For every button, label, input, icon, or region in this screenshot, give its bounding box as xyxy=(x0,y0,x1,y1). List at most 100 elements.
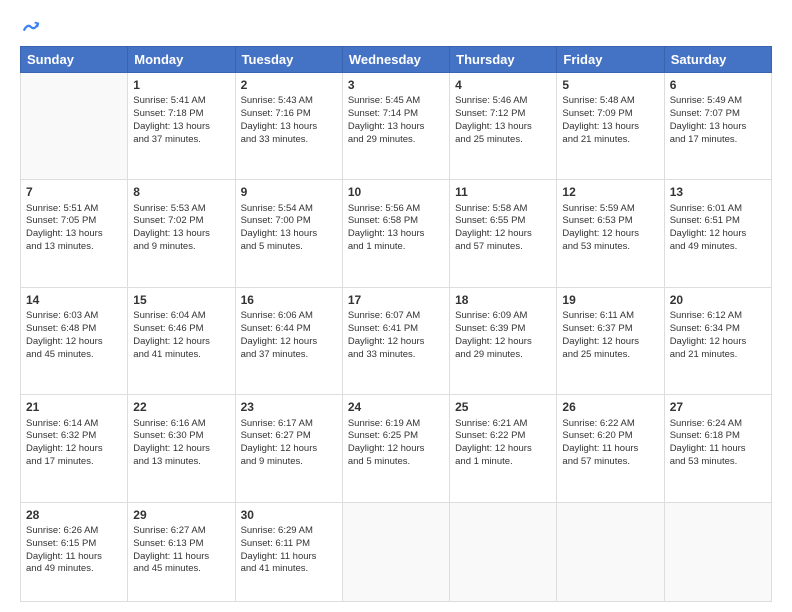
calendar-cell: 24 Sunrise: 6:19 AM Sunset: 6:25 PM Dayli… xyxy=(342,395,449,502)
day-number: 1 xyxy=(133,77,229,93)
calendar-cell: 19 Sunrise: 6:11 AM Sunset: 6:37 PM Dayli… xyxy=(557,287,664,394)
calendar-cell: 28 Sunrise: 6:26 AM Sunset: 6:15 PM Dayli… xyxy=(21,502,128,601)
calendar-cell xyxy=(557,502,664,601)
day-info: Sunrise: 5:43 AM Sunset: 7:16 PM Dayligh… xyxy=(241,95,337,146)
calendar-cell: 21 Sunrise: 6:14 AM Sunset: 6:32 PM Dayli… xyxy=(21,395,128,502)
day-info: Sunrise: 5:46 AM Sunset: 7:12 PM Dayligh… xyxy=(455,95,551,146)
calendar-cell: 13Sunrise: 6:01 AM Sunset: 6:51 PM Dayli… xyxy=(664,180,771,287)
day-info: Sunrise: 6:03 AM Sunset: 6:48 PM Dayligh… xyxy=(26,310,122,361)
logo-icon xyxy=(22,18,40,36)
day-info: Sunrise: 6:21 AM Sunset: 6:22 PM Dayligh… xyxy=(455,418,551,469)
day-number: 15 xyxy=(133,292,229,308)
calendar-week-row: 7Sunrise: 5:51 AM Sunset: 7:05 PM Daylig… xyxy=(21,180,772,287)
page: SundayMondayTuesdayWednesdayThursdayFrid… xyxy=(0,0,792,612)
calendar-cell: 30Sunrise: 6:29 AM Sunset: 6:11 PM Dayli… xyxy=(235,502,342,601)
day-info: Sunrise: 6:27 AM Sunset: 6:13 PM Dayligh… xyxy=(133,525,229,576)
calendar-cell: 23Sunrise: 6:17 AM Sunset: 6:27 PM Dayli… xyxy=(235,395,342,502)
day-info: Sunrise: 6:04 AM Sunset: 6:46 PM Dayligh… xyxy=(133,310,229,361)
day-number: 2 xyxy=(241,77,337,93)
day-info: Sunrise: 6:24 AM Sunset: 6:18 PM Dayligh… xyxy=(670,418,766,469)
calendar-cell: 20 Sunrise: 6:12 AM Sunset: 6:34 PM Dayli… xyxy=(664,287,771,394)
day-info: Sunrise: 5:45 AM Sunset: 7:14 PM Dayligh… xyxy=(348,95,444,146)
day-number: 21 xyxy=(26,399,122,415)
calendar-cell: 26 Sunrise: 6:22 AM Sunset: 6:20 PM Dayli… xyxy=(557,395,664,502)
calendar-cell: 7Sunrise: 5:51 AM Sunset: 7:05 PM Daylig… xyxy=(21,180,128,287)
calendar-cell: 18 Sunrise: 6:09 AM Sunset: 6:39 PM Dayli… xyxy=(450,287,557,394)
calendar-header-monday: Monday xyxy=(128,47,235,73)
calendar-cell: 6 Sunrise: 5:49 AM Sunset: 7:07 PM Daylig… xyxy=(664,73,771,180)
day-number: 6 xyxy=(670,77,766,93)
calendar-cell: 8Sunrise: 5:53 AM Sunset: 7:02 PM Daylig… xyxy=(128,180,235,287)
calendar-cell xyxy=(342,502,449,601)
calendar-cell: 17 Sunrise: 6:07 AM Sunset: 6:41 PM Dayli… xyxy=(342,287,449,394)
day-info: Sunrise: 6:09 AM Sunset: 6:39 PM Dayligh… xyxy=(455,310,551,361)
header xyxy=(20,18,772,36)
day-info: Sunrise: 6:16 AM Sunset: 6:30 PM Dayligh… xyxy=(133,418,229,469)
day-number: 25 xyxy=(455,399,551,415)
day-info: Sunrise: 6:19 AM Sunset: 6:25 PM Dayligh… xyxy=(348,418,444,469)
day-number: 19 xyxy=(562,292,658,308)
calendar-cell: 4 Sunrise: 5:46 AM Sunset: 7:12 PM Daylig… xyxy=(450,73,557,180)
day-number: 29 xyxy=(133,507,229,523)
calendar-header-tuesday: Tuesday xyxy=(235,47,342,73)
calendar-header-wednesday: Wednesday xyxy=(342,47,449,73)
day-info: Sunrise: 5:59 AM Sunset: 6:53 PM Dayligh… xyxy=(562,203,658,254)
calendar-week-row: 21 Sunrise: 6:14 AM Sunset: 6:32 PM Dayli… xyxy=(21,395,772,502)
calendar-cell: 15 Sunrise: 6:04 AM Sunset: 6:46 PM Dayli… xyxy=(128,287,235,394)
calendar-cell: 5 Sunrise: 5:48 AM Sunset: 7:09 PM Daylig… xyxy=(557,73,664,180)
calendar-cell: 25 Sunrise: 6:21 AM Sunset: 6:22 PM Dayli… xyxy=(450,395,557,502)
calendar-cell xyxy=(21,73,128,180)
calendar-week-row: 14Sunrise: 6:03 AM Sunset: 6:48 PM Dayli… xyxy=(21,287,772,394)
calendar-cell xyxy=(450,502,557,601)
calendar-cell: 27 Sunrise: 6:24 AM Sunset: 6:18 PM Dayli… xyxy=(664,395,771,502)
day-info: Sunrise: 5:56 AM Sunset: 6:58 PM Dayligh… xyxy=(348,203,444,254)
day-info: Sunrise: 6:26 AM Sunset: 6:15 PM Dayligh… xyxy=(26,525,122,576)
day-number: 26 xyxy=(562,399,658,415)
day-number: 23 xyxy=(241,399,337,415)
day-number: 11 xyxy=(455,184,551,200)
day-info: Sunrise: 6:06 AM Sunset: 6:44 PM Dayligh… xyxy=(241,310,337,361)
day-number: 20 xyxy=(670,292,766,308)
day-number: 24 xyxy=(348,399,444,415)
calendar-cell: 1 Sunrise: 5:41 AM Sunset: 7:18 PM Daylig… xyxy=(128,73,235,180)
calendar-cell: 10 Sunrise: 5:56 AM Sunset: 6:58 PM Dayli… xyxy=(342,180,449,287)
calendar-cell: 16Sunrise: 6:06 AM Sunset: 6:44 PM Dayli… xyxy=(235,287,342,394)
calendar-week-row: 1 Sunrise: 5:41 AM Sunset: 7:18 PM Daylig… xyxy=(21,73,772,180)
day-number: 3 xyxy=(348,77,444,93)
day-number: 5 xyxy=(562,77,658,93)
day-number: 13 xyxy=(670,184,766,200)
day-info: Sunrise: 5:51 AM Sunset: 7:05 PM Dayligh… xyxy=(26,203,122,254)
day-info: Sunrise: 5:49 AM Sunset: 7:07 PM Dayligh… xyxy=(670,95,766,146)
day-info: Sunrise: 5:58 AM Sunset: 6:55 PM Dayligh… xyxy=(455,203,551,254)
calendar-table: SundayMondayTuesdayWednesdayThursdayFrid… xyxy=(20,46,772,602)
day-number: 22 xyxy=(133,399,229,415)
calendar-cell: 14Sunrise: 6:03 AM Sunset: 6:48 PM Dayli… xyxy=(21,287,128,394)
day-info: Sunrise: 5:41 AM Sunset: 7:18 PM Dayligh… xyxy=(133,95,229,146)
day-info: Sunrise: 5:48 AM Sunset: 7:09 PM Dayligh… xyxy=(562,95,658,146)
day-info: Sunrise: 6:29 AM Sunset: 6:11 PM Dayligh… xyxy=(241,525,337,576)
calendar-cell: 12 Sunrise: 5:59 AM Sunset: 6:53 PM Dayli… xyxy=(557,180,664,287)
calendar-cell: 9Sunrise: 5:54 AM Sunset: 7:00 PM Daylig… xyxy=(235,180,342,287)
day-number: 8 xyxy=(133,184,229,200)
logo xyxy=(20,18,40,36)
day-info: Sunrise: 6:22 AM Sunset: 6:20 PM Dayligh… xyxy=(562,418,658,469)
calendar-header-saturday: Saturday xyxy=(664,47,771,73)
day-number: 12 xyxy=(562,184,658,200)
day-info: Sunrise: 6:14 AM Sunset: 6:32 PM Dayligh… xyxy=(26,418,122,469)
day-number: 4 xyxy=(455,77,551,93)
calendar-header-friday: Friday xyxy=(557,47,664,73)
calendar-header-row: SundayMondayTuesdayWednesdayThursdayFrid… xyxy=(21,47,772,73)
day-info: Sunrise: 6:11 AM Sunset: 6:37 PM Dayligh… xyxy=(562,310,658,361)
day-number: 28 xyxy=(26,507,122,523)
calendar-cell: 11 Sunrise: 5:58 AM Sunset: 6:55 PM Dayli… xyxy=(450,180,557,287)
day-info: Sunrise: 5:54 AM Sunset: 7:00 PM Dayligh… xyxy=(241,203,337,254)
calendar-cell: 29 Sunrise: 6:27 AM Sunset: 6:13 PM Dayli… xyxy=(128,502,235,601)
day-number: 17 xyxy=(348,292,444,308)
day-number: 27 xyxy=(670,399,766,415)
day-number: 10 xyxy=(348,184,444,200)
day-info: Sunrise: 6:07 AM Sunset: 6:41 PM Dayligh… xyxy=(348,310,444,361)
calendar-week-row: 28 Sunrise: 6:26 AM Sunset: 6:15 PM Dayli… xyxy=(21,502,772,601)
calendar-header-sunday: Sunday xyxy=(21,47,128,73)
day-info: Sunrise: 6:12 AM Sunset: 6:34 PM Dayligh… xyxy=(670,310,766,361)
day-number: 18 xyxy=(455,292,551,308)
